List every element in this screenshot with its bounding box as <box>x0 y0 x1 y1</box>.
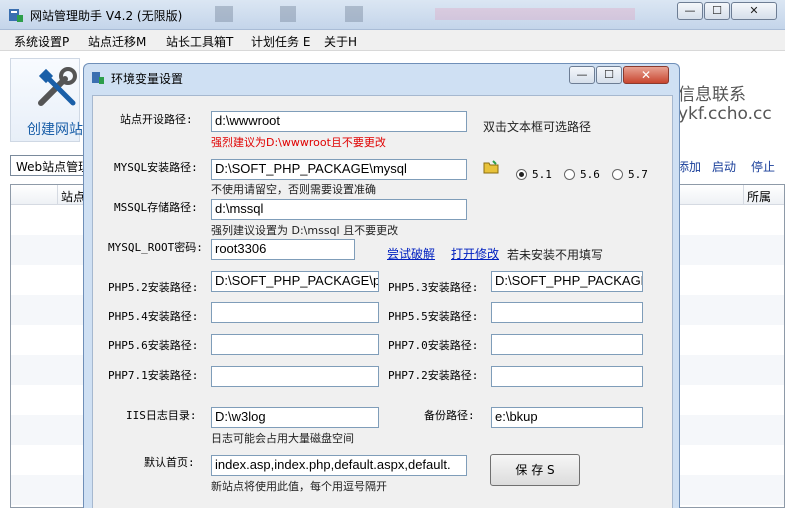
php54-input[interactable] <box>211 302 379 323</box>
default-page-note: 新站点将使用此值，每个用逗号隔开 <box>211 480 387 493</box>
iis-log-label: IIS日志目录: <box>126 409 197 422</box>
mssql-path-label: MSSQL存储路径: <box>114 201 198 214</box>
site-path-label: 站点开设路径: <box>120 113 193 126</box>
php52-input[interactable]: D:\SOFT_PHP_PACKAGE\p <box>211 271 379 292</box>
try-crack-link[interactable]: 尝试破解 <box>387 245 435 262</box>
create-site-label: 创建网站 <box>27 122 83 138</box>
close-button[interactable]: ✕ <box>731 2 777 20</box>
mysql-path-input[interactable]: D:\SOFT_PHP_PACKAGE\mysql <box>211 159 467 180</box>
php53-input[interactable]: D:\SOFT_PHP_PACKAGE <box>491 271 643 292</box>
mysql-version-51-radio[interactable] <box>516 169 527 180</box>
menubar: 系统设置P 站点迁移M 站长工具箱T 计划任务 E 关于H <box>0 30 785 51</box>
iis-log-note: 日志可能会占用大量磁盘空间 <box>211 432 354 445</box>
default-page-input[interactable]: index.asp,index.php,default.aspx,default… <box>211 455 467 476</box>
mysql-root-note: 若未安装不用填写 <box>507 248 604 262</box>
backup-path-input[interactable]: e:\bkup <box>491 407 643 428</box>
column-separator[interactable] <box>57 185 58 205</box>
mysql-version-56-radio[interactable] <box>564 169 575 180</box>
site-path-warning: 强烈建议为D:\wwwroot且不要更改 <box>211 136 386 149</box>
site-path-hint: 双击文本框可选路径 <box>483 120 592 134</box>
iis-log-input[interactable]: D:\w3log <box>211 407 379 428</box>
default-page-label: 默认首页: <box>144 456 195 469</box>
column-header-owner[interactable]: 所属 <box>747 188 771 205</box>
mysql-version-57-radio[interactable] <box>612 169 623 180</box>
php53-label: PHP5.3安装路径: <box>388 281 479 294</box>
minimize-button[interactable]: — <box>677 2 703 20</box>
mssql-path-input[interactable]: d:\mssql <box>211 199 467 220</box>
php71-input[interactable] <box>211 366 379 387</box>
mysql-root-label: MYSQL_ROOT密码: <box>108 241 203 254</box>
dialog-close-button[interactable]: ✕ <box>623 66 669 84</box>
contact-label: 信息联系 <box>678 85 746 105</box>
php55-label: PHP5.5安装路径: <box>388 310 479 323</box>
php70-label: PHP7.0安装路径: <box>388 339 479 352</box>
open-modify-link[interactable]: 打开修改 <box>451 245 499 262</box>
menu-scheduled-tasks[interactable]: 计划任务 E <box>251 33 310 50</box>
window-title: 网站管理助手 V4.2 (无限版) <box>30 9 183 23</box>
php72-input[interactable] <box>491 366 643 387</box>
dialog-minimize-button[interactable]: — <box>569 66 595 84</box>
php52-label: PHP5.2安装路径: <box>108 281 199 294</box>
php72-label: PHP7.2安装路径: <box>388 369 479 382</box>
mysql-version-56-label: 5.6 <box>580 168 600 181</box>
php54-label: PHP5.4安装路径: <box>108 310 199 323</box>
main-titlebar: 网站管理助手 V4.2 (无限版) — ☐ ✕ <box>0 0 785 30</box>
mssql-path-note: 强列建议设置为 D:\mssql 且不要更改 <box>211 224 399 237</box>
tools-icon <box>38 67 77 106</box>
maximize-button[interactable]: ☐ <box>704 2 730 20</box>
save-button[interactable]: 保 存 S <box>490 454 580 486</box>
menu-system-settings[interactable]: 系统设置P <box>14 33 69 50</box>
php70-input[interactable] <box>491 334 643 355</box>
app-icon <box>9 9 23 22</box>
backup-path-label: 备份路径: <box>424 409 475 422</box>
mysql-root-input[interactable]: root3306 <box>211 239 355 260</box>
column-header-site[interactable]: 站点 <box>61 188 85 205</box>
add-button[interactable]: 添加 <box>677 158 701 175</box>
php56-input[interactable] <box>211 334 379 355</box>
env-settings-dialog: 环境变量设置 — ☐ ✕ 站点开设路径: d:\wwwroot 双击文本框可选路… <box>83 63 680 508</box>
dialog-app-icon <box>92 72 104 84</box>
php71-label: PHP7.1安装路径: <box>108 369 199 382</box>
php56-label: PHP5.6安装路径: <box>108 339 199 352</box>
start-button[interactable]: 启动 <box>712 158 736 175</box>
dialog-maximize-button[interactable]: ☐ <box>596 66 622 84</box>
mysql-version-51-label: 5.1 <box>532 168 552 181</box>
title-decoration-icon <box>215 6 635 22</box>
menu-about[interactable]: 关于H <box>324 33 357 50</box>
site-path-input[interactable]: d:\wwwroot <box>211 111 467 132</box>
column-separator[interactable] <box>743 185 744 205</box>
mysql-version-57-label: 5.7 <box>628 168 648 181</box>
contact-url[interactable]: ykf.ccho.cc <box>678 104 772 124</box>
stop-button[interactable]: 停止 <box>751 158 775 175</box>
dialog-titlebar[interactable]: 环境变量设置 — ☐ ✕ <box>84 64 679 91</box>
dialog-title: 环境变量设置 <box>111 72 184 86</box>
mysql-path-note: 不使用请留空，否则需要设置准确 <box>211 183 376 196</box>
menu-webmaster-tools[interactable]: 站长工具箱T <box>166 33 233 50</box>
folder-icon[interactable] <box>483 160 499 174</box>
create-site-button[interactable]: 创建网站 <box>10 58 83 142</box>
mysql-path-label: MYSQL安装路径: <box>114 161 198 174</box>
menu-site-migration[interactable]: 站点迁移M <box>88 33 146 50</box>
php55-input[interactable] <box>491 302 643 323</box>
